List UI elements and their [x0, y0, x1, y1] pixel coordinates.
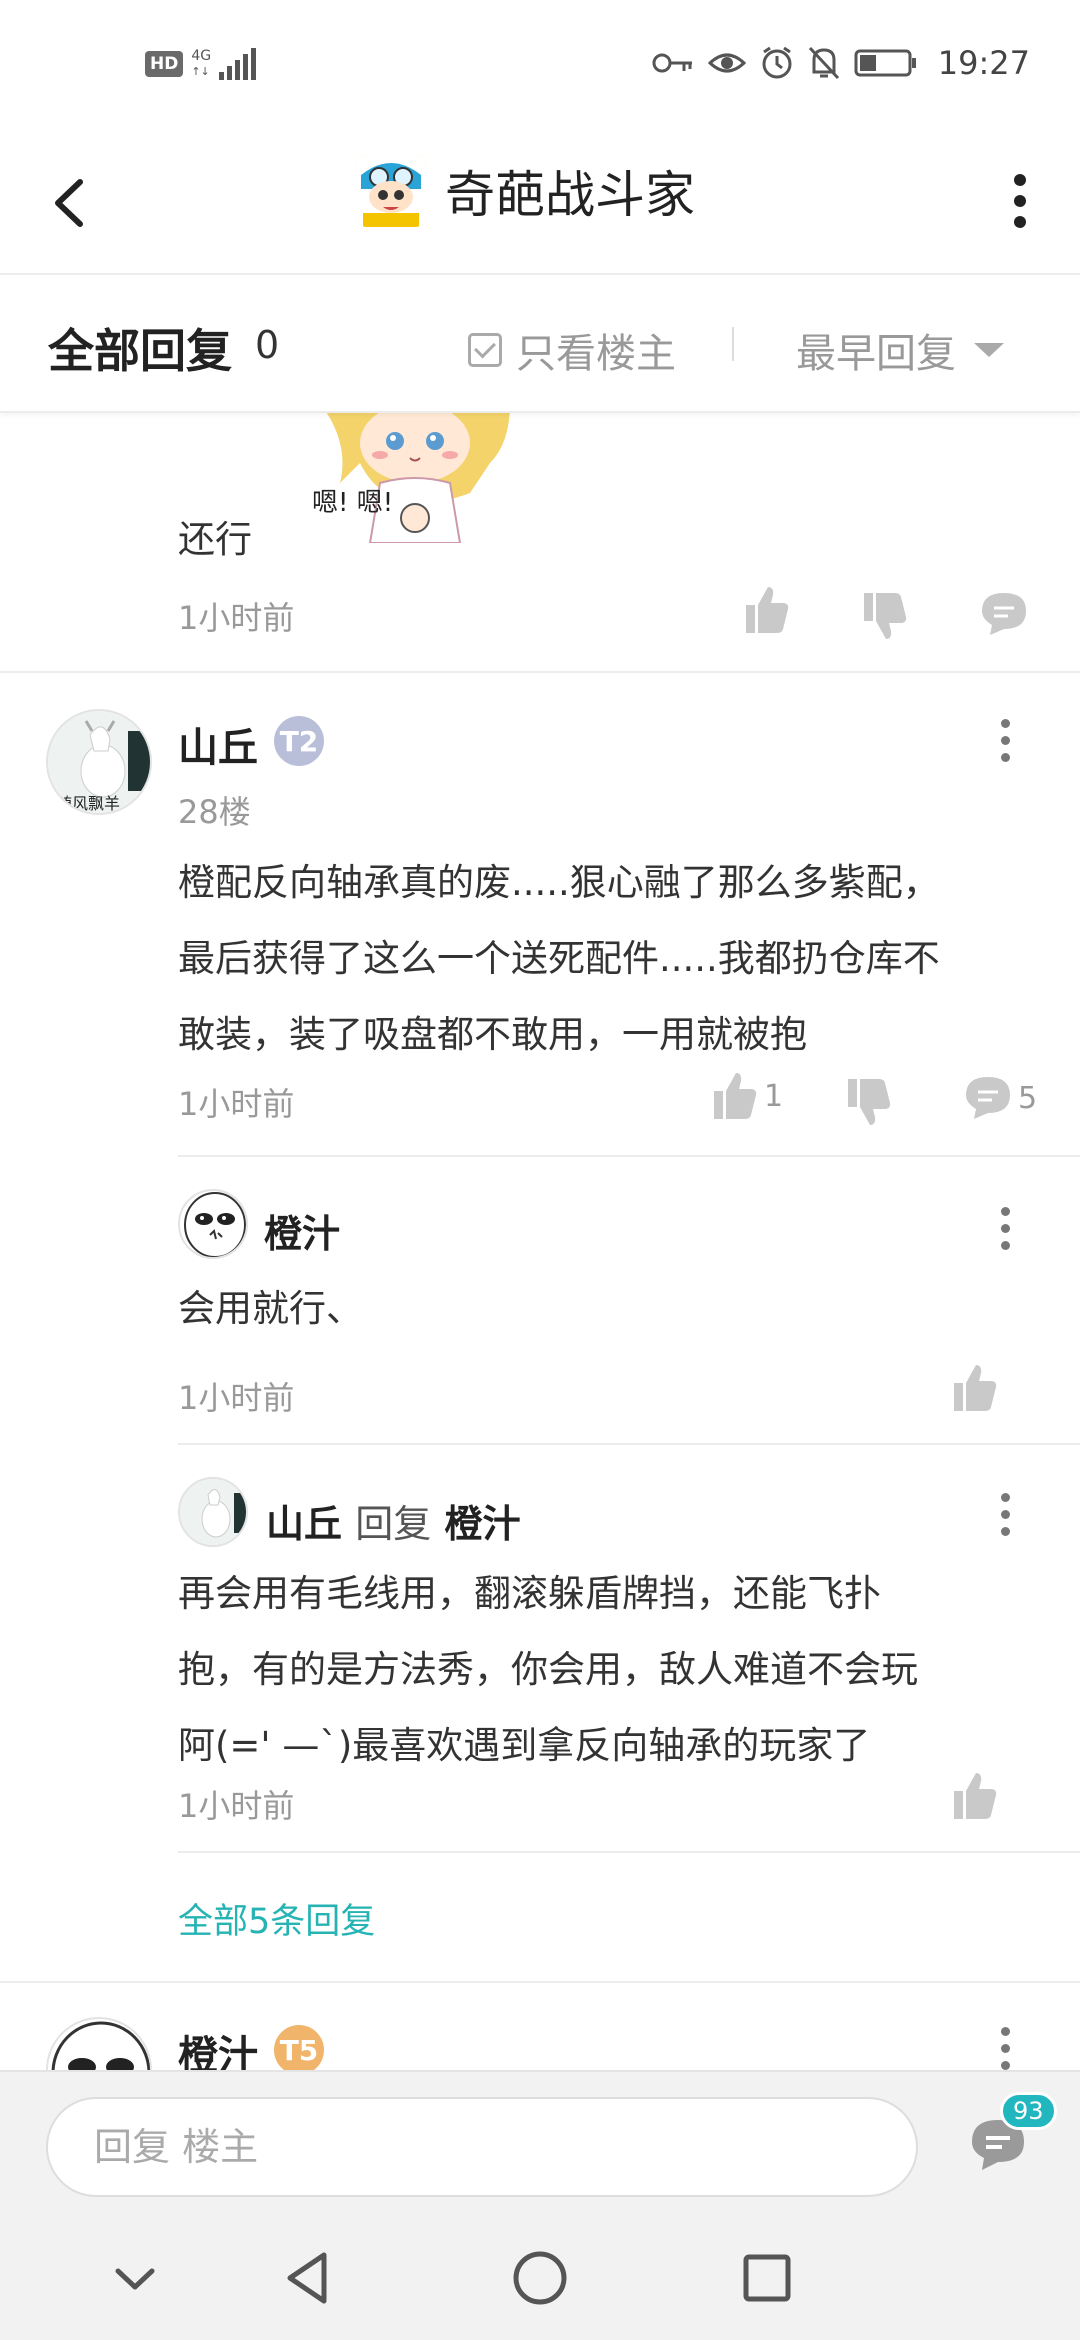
thumbs-up-icon[interactable] — [950, 1363, 998, 1413]
prev-post-time: 1小时前 — [178, 599, 295, 637]
forum-title[interactable]: 奇葩战斗家 — [355, 155, 695, 227]
sticker-image: 嗯! 嗯! — [312, 413, 510, 543]
network-arrows: ↑↓ — [191, 65, 210, 78]
reply-list[interactable]: 嗯! 嗯! 还行 1小时前 随风飘羊 山丘 T2 28楼 橙配反向轴承真的废..… — [0, 413, 1080, 2070]
thumbs-up-icon[interactable] — [742, 585, 790, 635]
thumbs-down-icon[interactable] — [860, 591, 908, 641]
battery-icon — [854, 49, 916, 77]
title-bar: 奇葩战斗家 — [0, 130, 1080, 275]
comment-icon — [966, 1077, 1010, 1119]
avatar-caption: 随风飘羊 — [56, 794, 120, 813]
floor-number: 28楼 — [178, 793, 251, 831]
reply-line: 再会用有毛线用，翻滚躲盾牌挡，还能飞扑 — [178, 1572, 881, 1615]
sort-dropdown[interactable]: 最早回复 — [796, 321, 1004, 379]
prev-post-text: 还行 — [178, 518, 252, 561]
back-arrow-icon[interactable] — [42, 168, 102, 238]
divider — [178, 1155, 1080, 1157]
reply-body: 再会用有毛线用，翻滚躲盾牌挡，还能飞扑 抱，有的是方法秀，你会用，敌人难道不会玩… — [178, 1556, 1058, 1784]
status-left: HD 4G ↑↓ — [145, 48, 257, 80]
post-line: 最后获得了这么一个送死配件.....我都扔仓库不 — [178, 937, 940, 980]
more-options-icon[interactable] — [998, 715, 1012, 775]
reply-count: 0 — [255, 323, 280, 367]
signal-icon — [219, 48, 257, 80]
reply-word: 回复 — [355, 1502, 432, 1546]
status-right: 19:27 — [652, 44, 1030, 82]
more-options-icon[interactable] — [998, 1203, 1012, 1263]
checkbox-icon[interactable] — [468, 333, 502, 367]
eye-icon — [707, 53, 746, 73]
post-line: 橙配反向轴承真的废.....狠心融了那么多紫配， — [178, 861, 940, 904]
more-options-icon[interactable] — [1010, 168, 1030, 238]
thumbs-down-icon[interactable] — [844, 1077, 892, 1127]
sticker-text: 嗯! 嗯! — [312, 488, 393, 518]
page-title: 奇葩战斗家 — [445, 166, 695, 224]
reply-input[interactable]: 回复 楼主 — [46, 2097, 918, 2197]
comment-count: 5 — [1018, 1080, 1038, 1116]
reply-time: 1小时前 — [178, 1379, 295, 1417]
mute-bell-icon — [808, 46, 839, 80]
status-bar: HD 4G ↑↓ 19:27 — [0, 0, 1080, 130]
hd-badge: HD — [145, 51, 184, 77]
post-body: 橙配反向轴承真的废.....狠心融了那么多紫配， 最后获得了这么一个送死配件..… — [178, 845, 1058, 1073]
triangle-down-icon — [974, 343, 1004, 357]
status-time: 19:27 — [937, 44, 1030, 82]
comment-icon[interactable] — [980, 591, 1028, 637]
forum-avatar — [355, 155, 427, 227]
post-line: 敢装，装了吸盘都不敢用，一用就被抱 — [178, 1013, 807, 1056]
all-replies-heading: 全部回复 — [48, 324, 232, 378]
reply-line: 抱，有的是方法秀，你会用，敌人难道不会玩 — [178, 1648, 918, 1691]
chevron-down-icon[interactable] — [100, 2243, 170, 2313]
avatar[interactable] — [178, 1189, 248, 1259]
avatar[interactable]: 随风飘羊 — [46, 709, 152, 815]
notification-badge: 93 — [1000, 2092, 1057, 2130]
more-options-icon[interactable] — [998, 1489, 1012, 1549]
home-circle-icon[interactable] — [505, 2243, 575, 2313]
thumbs-up-icon[interactable] — [950, 1771, 998, 1821]
sort-label: 最早回复 — [796, 331, 956, 377]
level-badge: T2 — [274, 716, 324, 766]
thumbs-up-icon — [714, 1073, 757, 1119]
like-button[interactable]: 1 — [710, 1071, 783, 1121]
system-nav-bar — [0, 2215, 1080, 2340]
network-indicator: 4G ↑↓ — [191, 48, 211, 80]
more-options-icon[interactable] — [998, 2023, 1012, 2070]
divider — [0, 1981, 1080, 1983]
recents-square-icon[interactable] — [732, 2243, 802, 2313]
key-icon — [652, 53, 692, 73]
reply-to-username[interactable]: 橙汁 — [445, 1502, 521, 1546]
like-count: 1 — [764, 1078, 784, 1114]
divider — [0, 671, 1080, 673]
reply-input-bar: 回复 楼主 93 — [0, 2070, 1080, 2215]
reply-header: 山丘 回复 橙汁 — [266, 1493, 521, 1548]
all-replies-link[interactable]: 全部5条回复 — [178, 1893, 375, 1944]
reply-username[interactable]: 山丘 — [266, 1502, 342, 1546]
post-username[interactable]: 山丘 — [178, 715, 258, 773]
reply-text: 会用就行、 — [178, 1287, 363, 1330]
post-username[interactable]: 橙汁 — [178, 2023, 258, 2070]
reply-filter-bar: 全部回复 0 只看楼主 最早回复 — [0, 275, 1080, 413]
avatar[interactable] — [46, 2017, 152, 2070]
avatar[interactable] — [178, 1477, 248, 1547]
divider — [178, 1443, 1080, 1445]
reply-line: 阿(=' —`)最喜欢遇到拿反向轴承的玩家了 — [178, 1724, 871, 1767]
divider — [178, 1851, 1080, 1853]
level-badge: T5 — [274, 2025, 324, 2070]
network-type: 4G — [191, 48, 212, 64]
post-time: 1小时前 — [178, 1085, 295, 1123]
reply-time: 1小时前 — [178, 1787, 295, 1825]
back-triangle-icon[interactable] — [274, 2243, 344, 2313]
only-op-label: 只看楼主 — [516, 331, 676, 377]
comment-button[interactable]: 5 — [964, 1075, 1037, 1121]
divider — [732, 327, 734, 361]
reply-username[interactable]: 橙汁 — [264, 1203, 340, 1258]
alarm-icon — [762, 46, 792, 79]
only-op-toggle[interactable]: 只看楼主 — [468, 321, 676, 379]
